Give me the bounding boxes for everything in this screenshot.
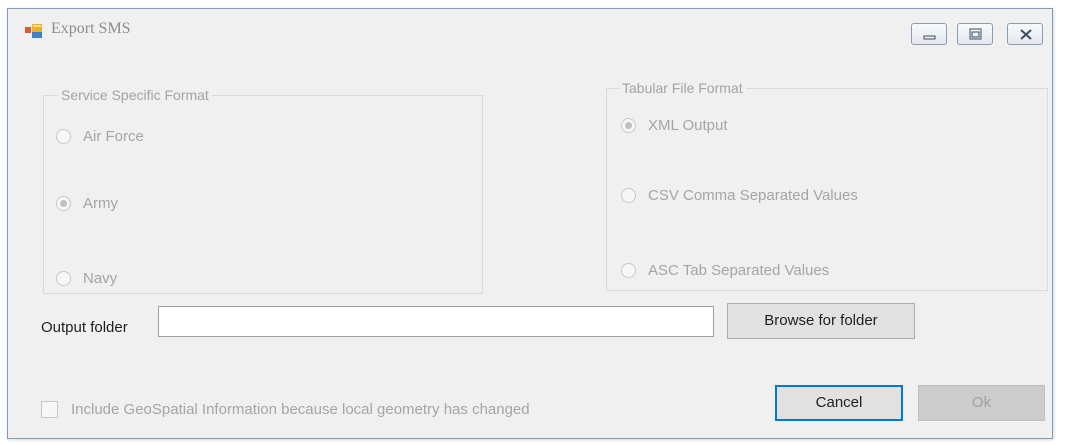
output-folder-input[interactable] [158,306,714,337]
export-sms-dialog: Export SMS Service Specific Format Air F… [7,8,1053,439]
minimize-icon [923,35,936,40]
radio-label: Army [83,194,118,212]
restore-icon [969,28,982,40]
radio-label: Navy [83,269,118,287]
radio-button[interactable] [56,195,71,211]
window-title: Export SMS [51,20,131,37]
minimize-button[interactable] [911,23,947,45]
radio-button[interactable] [621,117,636,133]
radio-label: ASC Tab Separated Values [648,261,830,279]
close-button[interactable] [1007,23,1043,45]
service-format-group: Service Specific Format Air Force Army N… [43,87,483,294]
close-icon [1020,29,1032,40]
radio-xml-output[interactable]: XML Output [621,115,727,135]
radio-label: XML Output [648,116,728,134]
radio-label: CSV Comma Separated Values [648,186,858,204]
tabular-format-group: Tabular File Format XML Output CSV Comma… [606,80,1048,291]
radio-asc[interactable]: ASC Tab Separated Values [621,260,829,280]
radio-button[interactable] [621,187,636,203]
radio-button[interactable] [621,262,636,278]
geospatial-checkbox[interactable] [41,401,58,418]
app-window-icon [25,24,43,38]
radio-label: Air Force [83,127,144,145]
browse-folder-button[interactable]: Browse for folder [727,303,915,339]
title-bar[interactable]: Export SMS [8,9,1052,51]
geospatial-checkbox-row[interactable]: Include GeoSpatial Information because l… [41,401,530,418]
radio-army[interactable]: Army [56,193,118,213]
radio-button[interactable] [56,128,71,144]
geospatial-checkbox-label: Include GeoSpatial Information because l… [71,401,530,418]
radio-navy[interactable]: Navy [56,268,117,288]
restore-button[interactable] [957,23,993,45]
radio-csv[interactable]: CSV Comma Separated Values [621,185,858,205]
cancel-button[interactable]: Cancel [775,385,903,421]
service-format-label: Service Specific Format [58,87,212,103]
radio-air-force[interactable]: Air Force [56,126,144,146]
ok-button[interactable]: Ok [918,385,1045,421]
output-folder-label: Output folder [41,319,128,336]
radio-button[interactable] [56,270,71,286]
tabular-format-label: Tabular File Format [619,80,746,96]
